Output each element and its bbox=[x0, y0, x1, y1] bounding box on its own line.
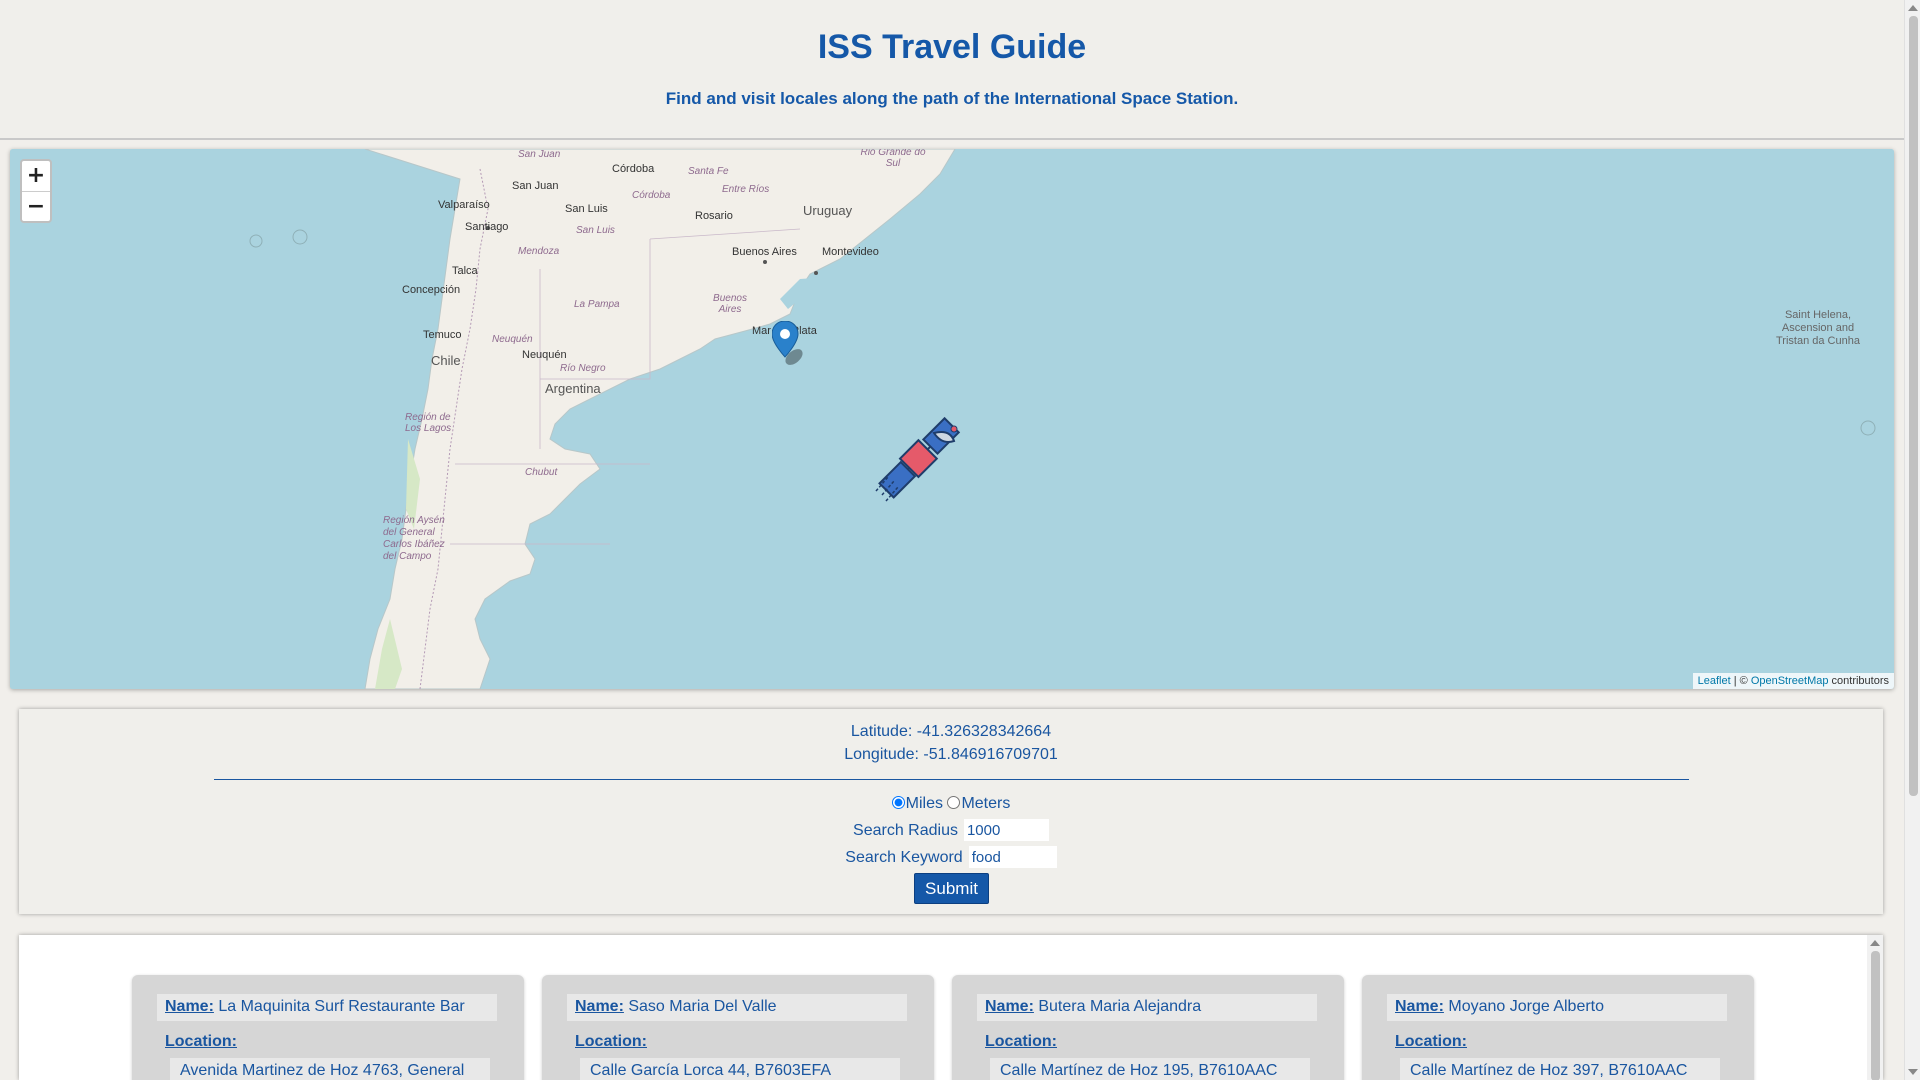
search-keyword-row: Search Keyword bbox=[19, 846, 1883, 868]
map-label: Región Aysén del General Carlos Ibáñez d… bbox=[383, 515, 445, 562]
map-label: Talca bbox=[452, 265, 478, 277]
map-label: Buenos Aires bbox=[732, 246, 797, 258]
miles-label: Miles bbox=[905, 795, 943, 812]
map-label: San Luis bbox=[576, 225, 615, 236]
result-name-box: Name: Saso Maria Del Valle bbox=[567, 994, 907, 1021]
map-label: Santa Fe bbox=[688, 166, 729, 177]
result-card[interactable]: Name: Butera Maria Alejandra Location: C… bbox=[952, 975, 1344, 1080]
position-panel: Latitude: -41.326328342664 Longitude: -5… bbox=[19, 709, 1883, 914]
map-label: San Juan bbox=[518, 149, 561, 160]
result-location: Calle Martínez de Hoz 195, B7610AAC bbox=[990, 1058, 1310, 1080]
result-card[interactable]: Name: Moyano Jorge Alberto Location: Cal… bbox=[1362, 975, 1754, 1080]
zoom-out-button[interactable]: − bbox=[22, 191, 50, 221]
latitude-label: Latitude: bbox=[850, 723, 917, 740]
result-name-box: Name: La Maquinita Surf Restaurante Bar bbox=[157, 994, 497, 1021]
map-label: Buenos Aires bbox=[713, 293, 747, 315]
result-name: Moyano Jorge Alberto bbox=[1448, 998, 1605, 1015]
divider bbox=[214, 779, 1689, 780]
search-keyword-input[interactable] bbox=[968, 846, 1057, 868]
result-name: Butera Maria Alejandra bbox=[1038, 998, 1202, 1015]
name-key: Name: bbox=[1395, 998, 1444, 1015]
map-label: Rosario bbox=[695, 210, 733, 222]
search-keyword-label: Search Keyword bbox=[845, 848, 963, 866]
osm-link[interactable]: OpenStreetMap bbox=[1751, 675, 1829, 687]
search-radius-label: Search Radius bbox=[853, 821, 958, 839]
name-key: Name: bbox=[165, 998, 214, 1015]
map-label: Córdoba bbox=[632, 190, 671, 201]
map-label: Neuquén bbox=[522, 349, 567, 361]
meters-radio[interactable] bbox=[947, 796, 961, 809]
map-label: Saint Helena, Ascension and Tristan da C… bbox=[1776, 309, 1860, 347]
result-name: La Maquinita Surf Restaurante Bar bbox=[218, 998, 465, 1015]
map-label: Neuquén bbox=[492, 334, 533, 345]
map-label: Uruguay bbox=[803, 203, 853, 218]
page: ISS Travel Guide Find and visit locales … bbox=[0, 0, 1904, 1080]
attribution-separator: | © bbox=[1730, 675, 1751, 687]
longitude-value: -51.846916709701 bbox=[923, 746, 1058, 763]
location-key: Location: bbox=[165, 1033, 237, 1050]
map-label: San Luis bbox=[565, 203, 608, 215]
map-label: Entre Ríos bbox=[722, 184, 770, 195]
result-location: Calle Martínez de Hoz 397, B7610AAC bbox=[1400, 1058, 1720, 1080]
result-location: Calle García Lorca 44, B7603EFA bbox=[580, 1058, 900, 1080]
location-key: Location: bbox=[1395, 1033, 1467, 1050]
search-radius-input[interactable] bbox=[963, 819, 1049, 841]
header: ISS Travel Guide Find and visit locales … bbox=[0, 0, 1904, 140]
result-location: Avenida Martinez de Hoz 4763, General bbox=[170, 1058, 490, 1080]
longitude-readout: Longitude: -51.846916709701 bbox=[19, 746, 1883, 764]
map[interactable]: San Juan Córdoba Rio Grande do Sul Santa… bbox=[10, 149, 1894, 689]
map-label: Temuco bbox=[423, 329, 462, 341]
map-label: San Juan bbox=[512, 180, 559, 192]
map-label: Región de Los Lagos bbox=[405, 412, 452, 434]
result-name-box: Name: Butera Maria Alejandra bbox=[977, 994, 1317, 1021]
map-label: Rio Grande do Sul bbox=[860, 149, 926, 169]
results-scrollbar-thumb[interactable] bbox=[1871, 951, 1880, 1080]
latitude-readout: Latitude: -41.326328342664 bbox=[19, 723, 1883, 741]
latitude-value: -41.326328342664 bbox=[916, 723, 1052, 740]
page-subtitle: Find and visit locales along the path of… bbox=[665, 89, 1239, 108]
map-label: Argentina bbox=[545, 381, 601, 396]
scroll-down-arrow-icon[interactable] bbox=[1908, 1069, 1918, 1075]
results-panel[interactable]: Name: La Maquinita Surf Restaurante Bar … bbox=[19, 935, 1883, 1080]
map-label: Chubut bbox=[525, 467, 558, 478]
location-key: Location: bbox=[575, 1033, 647, 1050]
map-label: Río Negro bbox=[560, 363, 606, 374]
attribution-contributors: contributors bbox=[1828, 675, 1889, 687]
zoom-control: + − bbox=[20, 159, 52, 223]
map-label: La Pampa bbox=[574, 299, 620, 310]
map-label: Chile bbox=[431, 353, 461, 368]
submit-button[interactable]: Submit bbox=[914, 873, 989, 904]
map-label: Valparaíso bbox=[438, 199, 490, 211]
location-key: Location: bbox=[985, 1033, 1057, 1050]
result-name: Saso Maria Del Valle bbox=[628, 998, 777, 1015]
result-name-box: Name: Moyano Jorge Alberto bbox=[1387, 994, 1727, 1021]
miles-radio[interactable] bbox=[891, 796, 905, 809]
map-label: Santiago bbox=[465, 221, 509, 233]
meters-label: Meters bbox=[961, 795, 1011, 812]
map-attribution: Leaflet | © OpenStreetMap contributors bbox=[1692, 673, 1894, 689]
page-title: ISS Travel Guide bbox=[817, 28, 1087, 66]
longitude-label: Longitude: bbox=[844, 746, 924, 763]
page-scrollbar[interactable] bbox=[1904, 0, 1920, 1080]
map-label: Montevideo bbox=[822, 246, 879, 258]
satellite-icon[interactable] bbox=[872, 415, 962, 510]
result-card[interactable]: Name: La Maquinita Surf Restaurante Bar … bbox=[132, 975, 524, 1080]
zoom-in-button[interactable]: + bbox=[22, 161, 50, 191]
map-label: Córdoba bbox=[612, 163, 655, 175]
map-label: Concepción bbox=[402, 284, 461, 296]
unit-selector: Miles Meters bbox=[19, 795, 1883, 813]
scroll-up-arrow-icon[interactable] bbox=[1870, 940, 1880, 946]
map-marker-icon[interactable] bbox=[771, 320, 822, 374]
leaflet-link[interactable]: Leaflet bbox=[1698, 675, 1731, 687]
name-key: Name: bbox=[985, 998, 1034, 1015]
name-key: Name: bbox=[575, 998, 624, 1015]
results-scrollbar[interactable] bbox=[1867, 935, 1883, 1080]
page-scrollbar-thumb[interactable] bbox=[1909, 16, 1918, 796]
scroll-up-arrow-icon[interactable] bbox=[1908, 5, 1918, 11]
map-label: Mendoza bbox=[518, 246, 560, 257]
result-card[interactable]: Name: Saso Maria Del Valle Location: Cal… bbox=[542, 975, 934, 1080]
search-radius-row: Search Radius bbox=[19, 819, 1883, 841]
